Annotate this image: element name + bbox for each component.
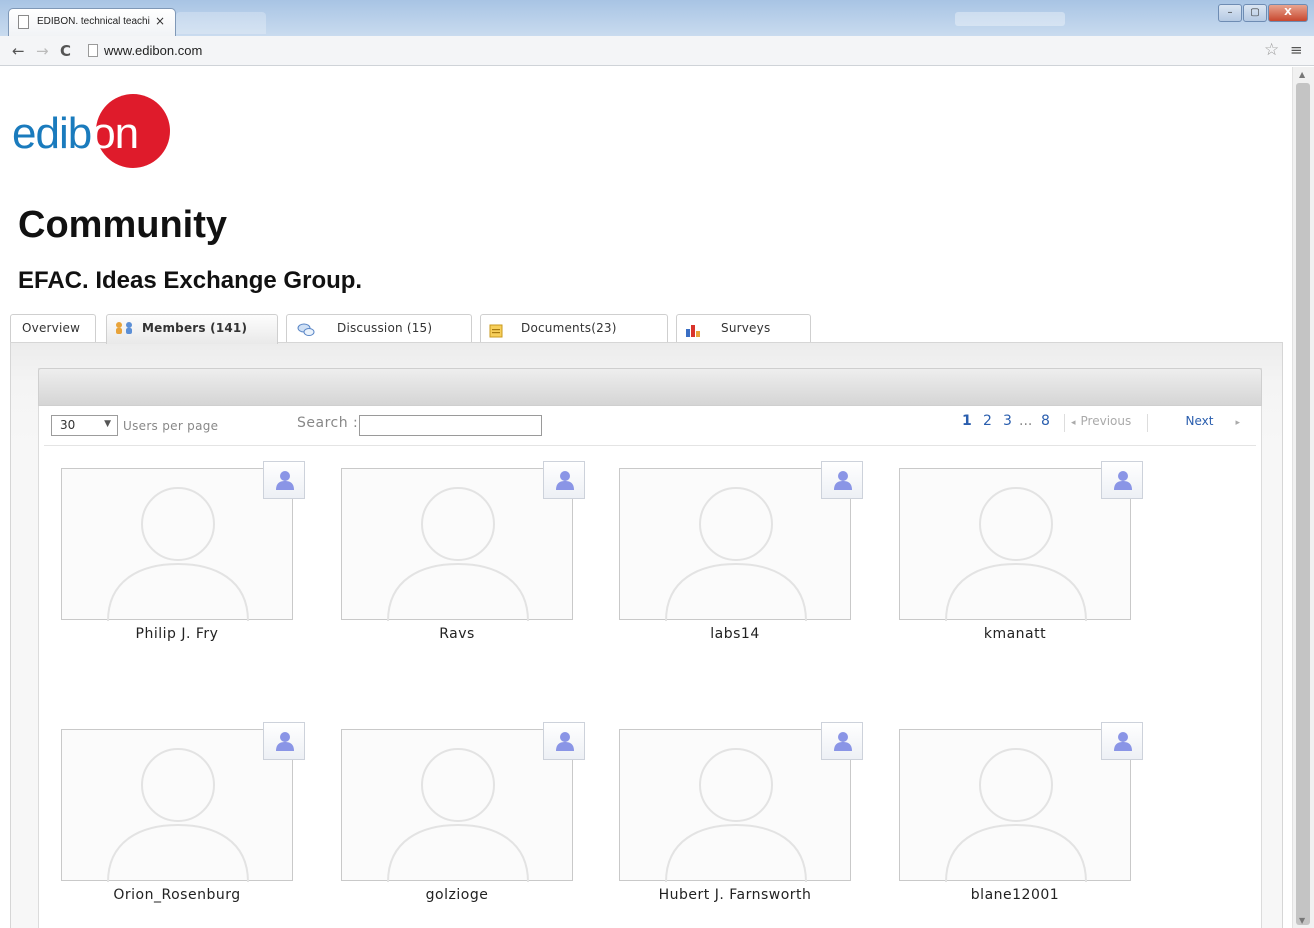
member-avatar[interactable] <box>61 468 293 621</box>
group-title: EFAC. Ideas Exchange Group. <box>18 267 363 294</box>
members-header-bar <box>38 368 1262 406</box>
user-profile-icon[interactable] <box>263 461 305 499</box>
divider <box>44 445 1256 446</box>
tab-overview[interactable]: Overview <box>10 314 96 342</box>
browser-titlebar: EDIBON. technical teachi × – ▢ X <box>0 0 1314 36</box>
browser-tab[interactable]: EDIBON. technical teachi × <box>8 8 176 36</box>
previous-button[interactable]: ◂ Previous <box>1064 414 1148 432</box>
tab-label: Discussion (15) <box>337 321 433 335</box>
menu-icon[interactable]: ≡ <box>1290 41 1303 59</box>
chevron-right-icon: ▸ <box>1235 418 1240 428</box>
discussion-icon <box>297 323 315 336</box>
member-avatar[interactable] <box>899 729 1131 882</box>
user-profile-icon[interactable] <box>543 461 585 499</box>
member-avatar[interactable] <box>341 468 573 621</box>
search-label: Search : <box>297 415 359 431</box>
member-avatar[interactable] <box>61 729 293 882</box>
per-page-select[interactable]: 30 ▼ <box>51 415 118 436</box>
tab-label: Documents(23) <box>521 321 617 335</box>
members-icon <box>116 322 132 334</box>
edibon-logo[interactable]: edibon <box>12 94 174 168</box>
member-avatar[interactable] <box>341 729 573 882</box>
member-name[interactable]: labs14 <box>619 626 851 642</box>
logo-wordmark: edibon <box>12 109 139 158</box>
page-ellipsis: ... <box>1019 413 1033 429</box>
address-bar[interactable]: www.edibon.com <box>84 40 1254 62</box>
forward-icon[interactable]: → <box>36 42 49 60</box>
maximize-button[interactable]: ▢ <box>1243 4 1267 22</box>
member-name[interactable]: kmanatt <box>899 626 1131 642</box>
member-avatar[interactable] <box>899 468 1131 621</box>
tab-label: Members (141) <box>142 321 248 335</box>
documents-icon <box>489 324 503 338</box>
bookmark-star-icon[interactable]: ☆ <box>1264 40 1279 60</box>
browser-tab-title: EDIBON. technical teachi <box>37 16 150 27</box>
url-text: www.edibon.com <box>104 43 203 58</box>
member-avatar[interactable] <box>619 468 851 621</box>
member-avatar[interactable] <box>619 729 851 882</box>
tab-members[interactable]: Members (141) <box>106 314 278 344</box>
member-name[interactable]: Hubert J. Farnsworth <box>619 887 851 903</box>
member-name[interactable]: Philip J. Fry <box>61 626 293 642</box>
per-page-label: Users per page <box>123 419 219 433</box>
tab-label: Surveys <box>721 321 771 335</box>
previous-label: Previous <box>1080 414 1132 428</box>
member-name[interactable]: golzioge <box>341 887 573 903</box>
page-title: Community <box>18 204 227 246</box>
back-icon[interactable]: ← <box>12 42 25 60</box>
surveys-icon <box>686 325 700 337</box>
vertical-scrollbar[interactable]: ▲ ▼ <box>1292 67 1314 928</box>
member-name[interactable]: Ravs <box>341 626 573 642</box>
member-name[interactable]: blane12001 <box>899 887 1131 903</box>
user-profile-icon[interactable] <box>543 722 585 760</box>
tab-surveys[interactable]: Surveys <box>676 314 811 342</box>
tab-discussion[interactable]: Discussion (15) <box>286 314 472 342</box>
user-profile-icon[interactable] <box>1101 461 1143 499</box>
search-input[interactable] <box>359 415 542 436</box>
profile-badge[interactable] <box>955 12 1065 26</box>
scroll-down-icon[interactable]: ▼ <box>1299 916 1305 925</box>
reload-icon[interactable]: C <box>60 42 71 60</box>
page-link-2[interactable]: 2 <box>983 413 992 429</box>
new-tab-button[interactable] <box>176 12 266 34</box>
per-page-value: 30 <box>60 418 76 432</box>
tab-close-icon[interactable]: × <box>155 14 165 28</box>
user-profile-icon[interactable] <box>821 461 863 499</box>
chevron-down-icon: ▼ <box>104 419 111 429</box>
page-link-8[interactable]: 8 <box>1041 413 1050 429</box>
page-link-1[interactable]: 1 <box>962 413 972 429</box>
chevron-left-icon: ◂ <box>1071 418 1076 428</box>
window-controls: – ▢ X <box>1217 4 1308 24</box>
member-name[interactable]: Orion_Rosenburg <box>61 887 293 903</box>
next-label: Next <box>1185 414 1214 428</box>
page-link-3[interactable]: 3 <box>1003 413 1012 429</box>
tab-label: Overview <box>22 321 81 335</box>
user-profile-icon[interactable] <box>263 722 305 760</box>
scroll-up-icon[interactable]: ▲ <box>1299 70 1305 79</box>
scrollbar-thumb[interactable] <box>1296 83 1310 925</box>
user-profile-icon[interactable] <box>821 722 863 760</box>
next-button[interactable]: Next ▸ <box>1152 414 1248 432</box>
browser-toolbar: ← → C www.edibon.com <box>0 36 1314 66</box>
close-window-button[interactable]: X <box>1268 4 1308 22</box>
tab-documents[interactable]: Documents(23) <box>480 314 668 342</box>
minimize-button[interactable]: – <box>1218 4 1242 22</box>
user-profile-icon[interactable] <box>1101 722 1143 760</box>
page-icon <box>18 15 29 29</box>
page-icon <box>88 44 98 57</box>
